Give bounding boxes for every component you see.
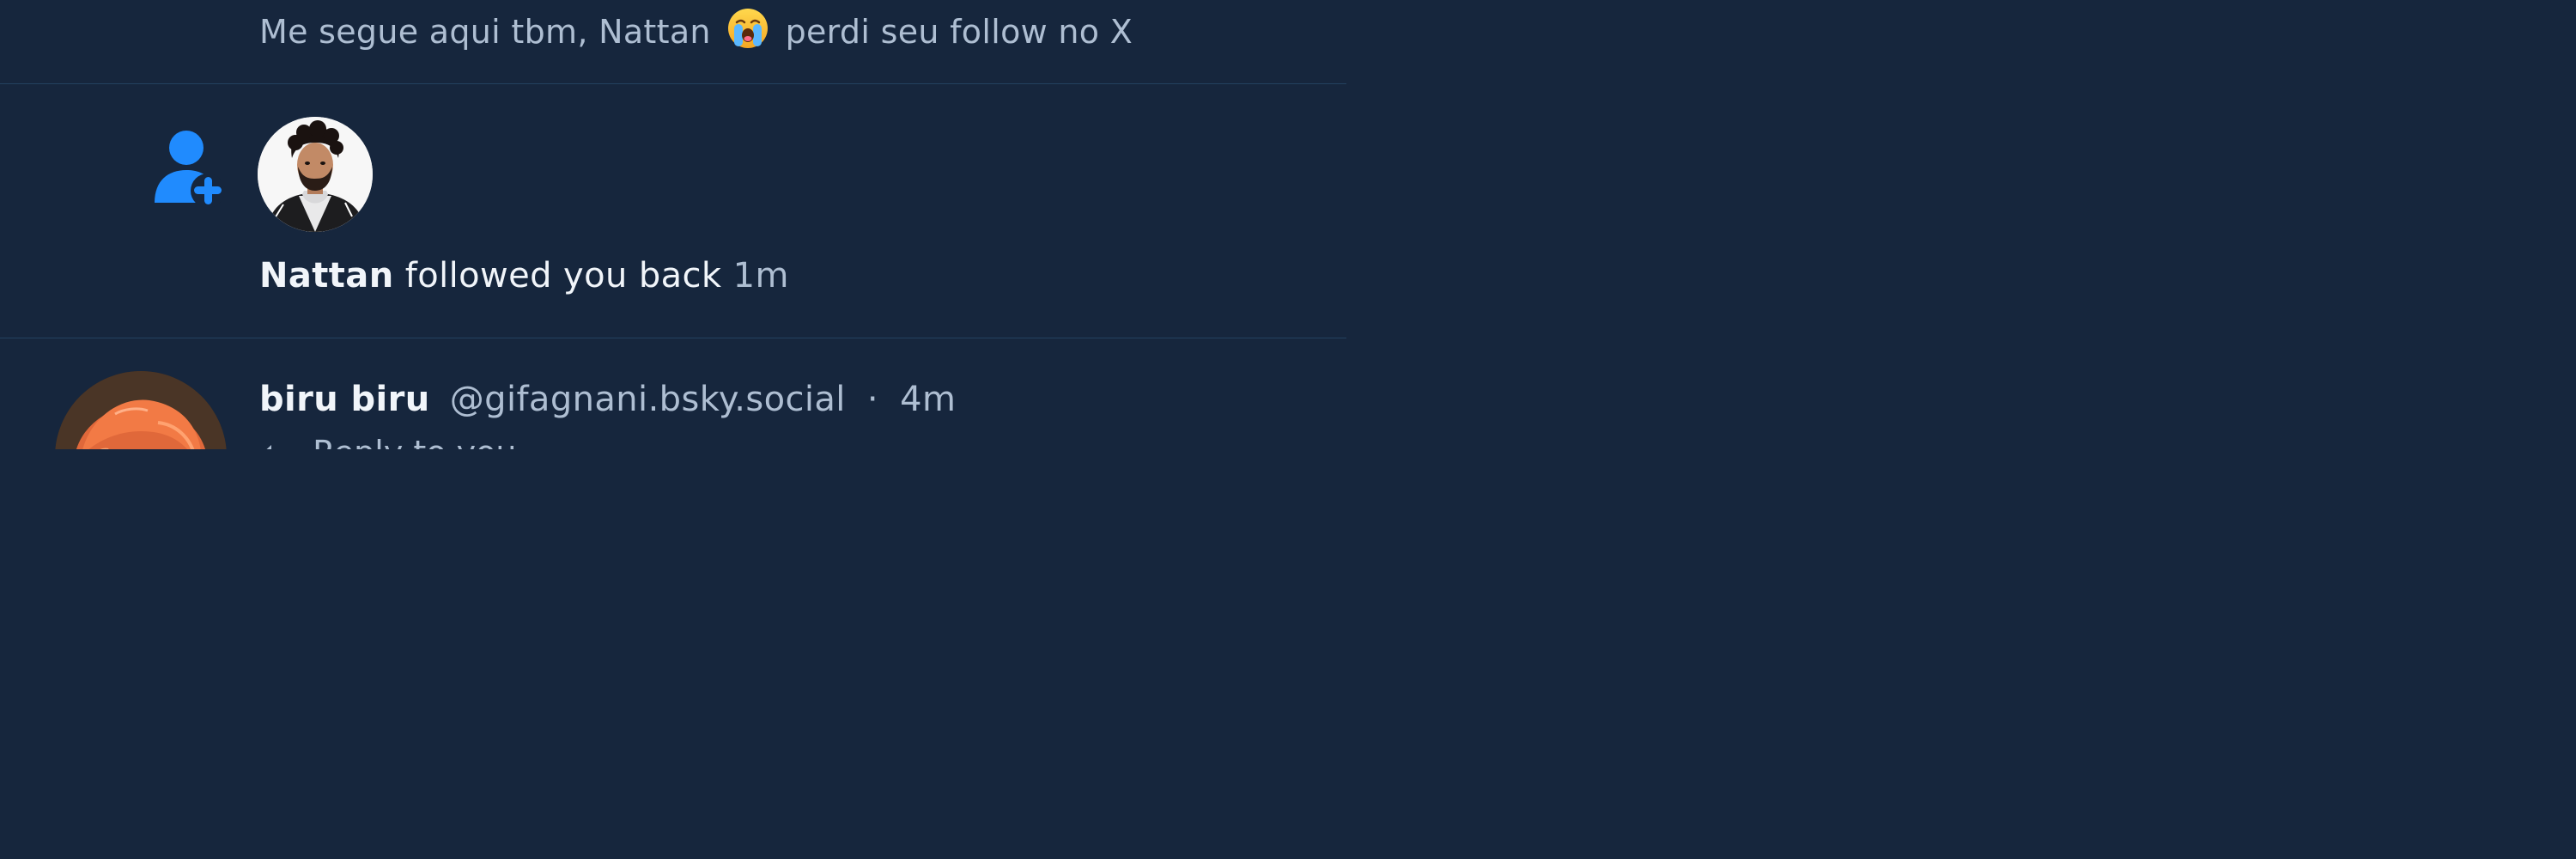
follow-notification[interactable]: Nattan followed you back 1m [0, 84, 1346, 338]
crying-face-emoji [726, 7, 769, 60]
follow-notification-text: Nattan followed you back 1m [259, 253, 789, 299]
separator: · [866, 380, 879, 419]
post-text-end: perdi seu follow no X [785, 13, 1133, 51]
next-post[interactable]: biru biru @gifagnani.bsky.social · 4m Re… [0, 338, 1346, 449]
reply-arrow-icon [266, 445, 271, 449]
notifications-feed: Me segue aqui tbm, Nattan perdi seu foll… [0, 0, 1346, 449]
author-handle[interactable]: @gifagnani.bsky.social [450, 380, 846, 419]
notification-time: 1m [732, 256, 789, 295]
follower-name[interactable]: Nattan [259, 256, 394, 295]
post-time: 4m [900, 380, 957, 419]
follow-action-text: followed you back [404, 256, 722, 295]
post-header: biru biru @gifagnani.bsky.social · 4m [259, 376, 956, 423]
reply-indicator: Reply to you [259, 431, 516, 449]
post-text: Me segue aqui tbm, Nattan perdi seu foll… [259, 7, 1133, 60]
previous-post[interactable]: Me segue aqui tbm, Nattan perdi seu foll… [0, 0, 1346, 83]
post-text-start: Me segue aqui tbm, Nattan [259, 13, 711, 51]
avatar[interactable] [55, 371, 227, 449]
author-display-name[interactable]: biru biru [259, 380, 430, 419]
avatar[interactable] [258, 117, 373, 232]
person-add-icon [151, 129, 227, 208]
reply-text: Reply to you [313, 434, 516, 449]
